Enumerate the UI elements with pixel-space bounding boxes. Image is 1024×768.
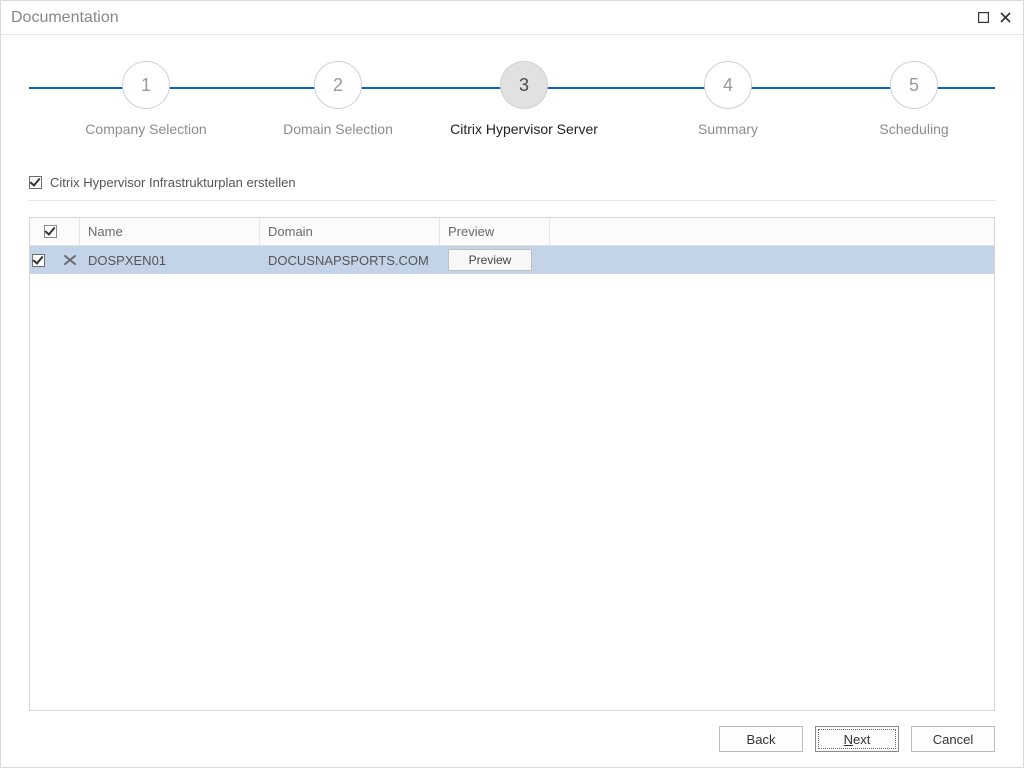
step-label: Summary [633,121,823,137]
step-citrix-hypervisor-server[interactable]: 3 Citrix Hypervisor Server [429,61,619,137]
header-checkbox-cell[interactable] [30,218,80,245]
row-name: DOSPXEN01 [80,246,260,274]
step-number: 2 [314,61,362,109]
row-checkbox[interactable] [32,254,45,267]
step-label: Citrix Hypervisor Server [429,121,619,137]
step-label: Company Selection [51,121,241,137]
option-row: Citrix Hypervisor Infrastrukturplan erst… [29,175,995,201]
step-label: Domain Selection [243,121,433,137]
server-table: Name Domain Preview DOSPXEN01 [29,217,995,711]
table-row[interactable]: DOSPXEN01 DOCUSNAPSPORTS.COM Preview [30,246,994,274]
maximize-icon[interactable] [975,10,991,26]
dialog-window: Documentation 1 Company Selection 2 Doma… [0,0,1024,768]
next-button[interactable]: Next [815,726,899,752]
content-area: 1 Company Selection 2 Domain Selection 3… [1,35,1023,711]
row-checkbox-cell[interactable] [30,246,80,274]
step-number: 3 [500,61,548,109]
header-fill [550,218,994,245]
step-scheduling[interactable]: 5 Scheduling [819,61,1009,137]
header-domain[interactable]: Domain [260,218,440,245]
step-company-selection[interactable]: 1 Company Selection [51,61,241,137]
header-preview[interactable]: Preview [440,218,550,245]
header-name[interactable]: Name [80,218,260,245]
create-plan-checkbox[interactable] [29,176,42,189]
step-domain-selection[interactable]: 2 Domain Selection [243,61,433,137]
table-header: Name Domain Preview [30,218,994,246]
title-bar: Documentation [1,1,1023,35]
cancel-button[interactable]: Cancel [911,726,995,752]
step-number: 1 [122,61,170,109]
step-number: 5 [890,61,938,109]
row-preview-cell: Preview [440,246,550,274]
window-title: Documentation [11,9,969,27]
wizard-stepper: 1 Company Selection 2 Domain Selection 3… [29,61,995,171]
preview-button[interactable]: Preview [448,249,532,271]
close-icon[interactable] [997,10,1013,26]
step-summary[interactable]: 4 Summary [633,61,823,137]
server-icon [63,253,77,267]
create-plan-label: Citrix Hypervisor Infrastrukturplan erst… [50,175,296,190]
row-domain: DOCUSNAPSPORTS.COM [260,246,440,274]
step-label: Scheduling [819,121,1009,137]
table-body: DOSPXEN01 DOCUSNAPSPORTS.COM Preview [30,246,994,710]
step-number: 4 [704,61,752,109]
back-button[interactable]: Back [719,726,803,752]
row-fill [550,246,994,274]
select-all-checkbox[interactable] [44,225,57,238]
dialog-footer: Back Next Cancel [1,711,1023,767]
